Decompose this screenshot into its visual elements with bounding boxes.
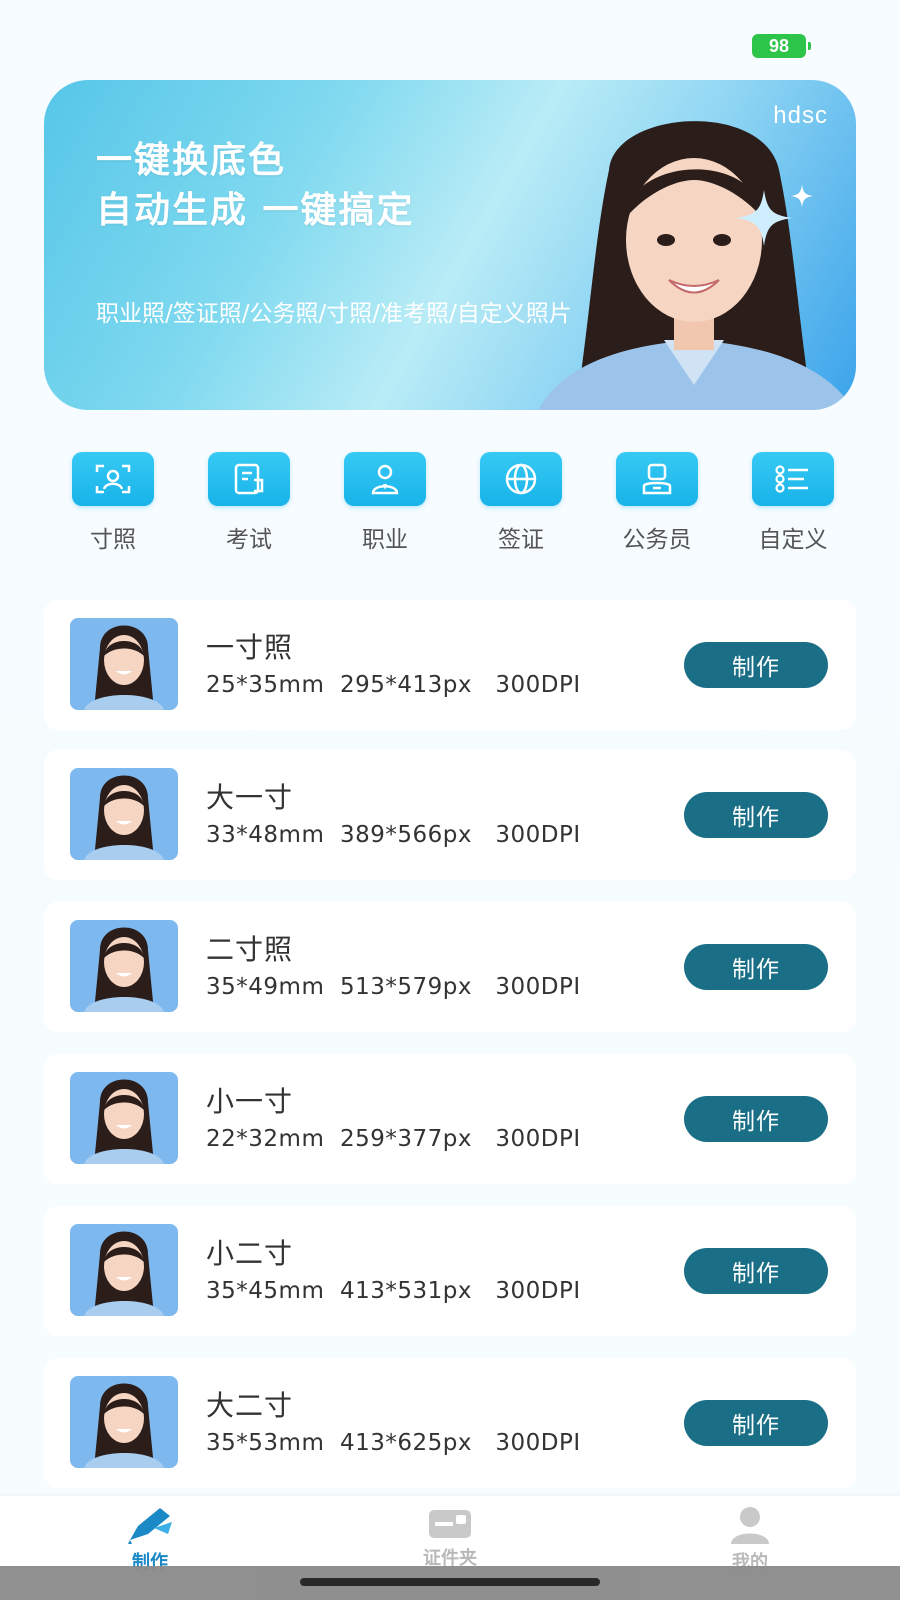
size-name: 二寸照 — [206, 933, 294, 966]
size-name: 小一寸 — [206, 1085, 294, 1118]
sample-photo-thumbnail — [70, 920, 178, 1012]
size-spec: 25*35mm 295*413px 300DPI — [206, 672, 581, 698]
custom-list-icon — [752, 452, 834, 506]
sparkle-small-icon — [790, 184, 814, 208]
category-label: 职业 — [362, 527, 408, 553]
list-item[interactable]: 小一寸 22*32mm 259*377px 300DPI 制作 — [44, 1054, 856, 1184]
tab-mine[interactable]: 我的 — [690, 1504, 810, 1574]
pen-make-icon — [128, 1508, 172, 1544]
make-button[interactable]: 制作 — [684, 1096, 828, 1142]
size-spec: 22*32mm 259*377px 300DPI — [206, 1126, 581, 1152]
make-button[interactable]: 制作 — [684, 1248, 828, 1294]
category-custom[interactable]: 自定义 — [738, 452, 848, 562]
category-label: 考试 — [226, 527, 272, 553]
category-row: 寸照 考试 职业 签证 公务员 自定义 — [58, 452, 848, 562]
system-gesture-bar — [0, 1566, 900, 1600]
banner-subtitle: 职业照/签证照/公务照/寸照/准考照/自定义照片 — [96, 301, 572, 327]
list-item[interactable]: 大一寸 33*48mm 389*566px 300DPI 制作 — [44, 750, 856, 880]
sample-photo-thumbnail — [70, 1224, 178, 1316]
size-name: 一寸照 — [206, 631, 294, 664]
banner-title-line2: 自动生成 一键搞定 — [96, 190, 415, 231]
sample-photo-thumbnail — [70, 1072, 178, 1164]
category-label: 自定义 — [758, 527, 828, 553]
category-label: 签证 — [498, 527, 544, 553]
id-card-folder-icon — [429, 1510, 471, 1538]
list-item[interactable]: 一寸照 25*35mm 295*413px 300DPI 制作 — [44, 600, 856, 730]
list-item[interactable]: 大二寸 35*53mm 413*625px 300DPI 制作 — [44, 1358, 856, 1488]
category-label: 寸照 — [90, 527, 136, 553]
banner-title-line1: 一键换底色 — [96, 140, 287, 181]
category-exam[interactable]: 考试 — [194, 452, 304, 562]
size-spec: 33*48mm 389*566px 300DPI — [206, 822, 581, 848]
promo-banner[interactable]: hdsc 一键换底色 自动生成 一键搞定 职业照/签证照/公务照/寸照/准考照/… — [44, 80, 856, 410]
category-professional[interactable]: 职业 — [330, 452, 440, 562]
category-visa[interactable]: 签证 — [466, 452, 576, 562]
sparkle-icon — [736, 190, 792, 246]
tab-id-folder[interactable]: 证件夹 — [390, 1504, 510, 1570]
civil-servant-icon — [616, 452, 698, 506]
category-cunzhao[interactable]: 寸照 — [58, 452, 168, 562]
size-spec: 35*49mm 513*579px 300DPI — [206, 974, 581, 1000]
list-item[interactable]: 二寸照 35*49mm 513*579px 300DPI 制作 — [44, 902, 856, 1032]
make-button[interactable]: 制作 — [684, 642, 828, 688]
globe-icon — [480, 452, 562, 506]
battery-indicator: 98 — [752, 34, 811, 58]
sample-photo-thumbnail — [70, 1376, 178, 1468]
home-indicator[interactable] — [300, 1578, 600, 1586]
banner-portrait-image — [538, 121, 854, 410]
make-button[interactable]: 制作 — [684, 944, 828, 990]
status-bar: 98 — [0, 0, 900, 78]
portrait-frame-icon — [72, 452, 154, 506]
tab-make[interactable]: 制作 — [90, 1504, 210, 1574]
size-spec: 35*53mm 413*625px 300DPI — [206, 1430, 581, 1456]
sample-photo-thumbnail — [70, 768, 178, 860]
size-name: 大一寸 — [206, 781, 294, 814]
size-name: 小二寸 — [206, 1237, 294, 1270]
list-item[interactable]: 小二寸 35*45mm 413*531px 300DPI 制作 — [44, 1206, 856, 1336]
banner-title: 一键换底色 自动生成 一键搞定 — [96, 136, 415, 236]
user-profile-icon — [731, 1507, 769, 1544]
sample-photo-thumbnail — [70, 618, 178, 710]
make-button[interactable]: 制作 — [684, 792, 828, 838]
category-civil-servant[interactable]: 公务员 — [602, 452, 712, 562]
size-spec: 35*45mm 413*531px 300DPI — [206, 1278, 581, 1304]
make-button[interactable]: 制作 — [684, 1400, 828, 1446]
exam-doc-icon — [208, 452, 290, 506]
category-label: 公务员 — [622, 527, 692, 553]
size-name: 大二寸 — [206, 1389, 294, 1422]
professional-person-icon — [344, 452, 426, 506]
